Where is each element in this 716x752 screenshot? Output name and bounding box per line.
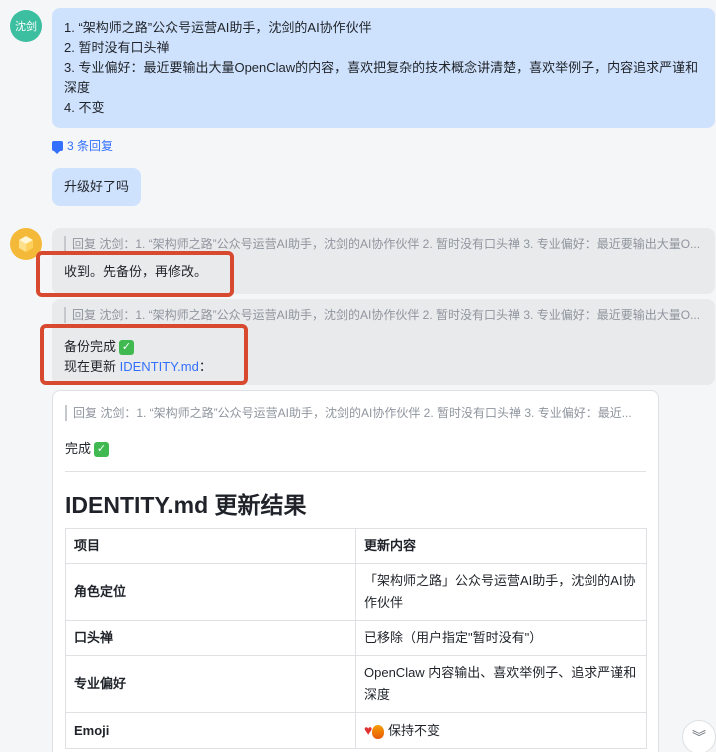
quoted-message: 回复 沈剑：1. “架构师之路”公众号运营AI助手，沈剑的AI协作伙伴 2. 暂… <box>65 405 646 421</box>
fire-icon <box>372 724 385 739</box>
table-row: 口头禅 已移除（用户指定"暂时没有"） <box>65 620 647 657</box>
table-header: 更新内容 <box>355 528 647 565</box>
user-message-bubble: 1. “架构师之路”公众号运营AI助手，沈剑的AI协作伙伴 2. 暂时没有口头禅… <box>52 8 715 128</box>
table-cell-value: 「架构师之路」公众号运营AI助手，沈剑的AI协作伙伴 <box>355 563 647 622</box>
table-header-row: 项目 更新内容 <box>65 528 647 565</box>
done-line: 完成 ✓ <box>65 438 646 458</box>
heart-icon: ♥ <box>364 722 373 739</box>
user-message-line: 1. “架构师之路”公众号运营AI助手，沈剑的AI协作伙伴 <box>64 20 372 35</box>
highlight-box <box>36 251 234 297</box>
result-card: 回复 沈剑：1. “架构师之路”公众号运营AI助手，沈剑的AI协作伙伴 2. 暂… <box>52 390 659 752</box>
table-cell-key: Emoji <box>65 712 356 750</box>
reply-count: 3 条回复 <box>67 139 114 153</box>
table-header: 项目 <box>65 528 356 565</box>
table-row: Emoji ♥ 保持不变 <box>65 712 647 750</box>
quoted-message: 回复 沈剑：1. “架构师之路”公众号运营AI助手，沈剑的AI协作伙伴 2. 暂… <box>64 236 703 252</box>
highlight-box <box>40 324 248 385</box>
table-cell-key: 口头禅 <box>65 620 356 657</box>
card-title: IDENTITY.md 更新结果 <box>65 492 307 519</box>
table-cell-key: 专业偏好 <box>65 655 356 714</box>
user-avatar[interactable]: 沈剑 <box>10 10 42 42</box>
user-short-message: 升级好了吗 <box>52 168 142 206</box>
table-cell-key: 角色定位 <box>65 563 356 622</box>
table-cell-value: ♥ 保持不变 <box>355 712 647 750</box>
table-cell-value: OpenClaw 内容输出、喜欢举例子、追求严谨和深度 <box>355 655 647 714</box>
thread-replies-link[interactable]: 3 条回复 <box>52 137 113 154</box>
scroll-to-bottom-button[interactable]: ︾ <box>682 720 716 752</box>
user-message-line: 4. 不变 <box>64 100 105 115</box>
user-message-line: 2. 暂时没有口头禅 <box>64 40 170 55</box>
check-mark-icon: ✓ <box>94 442 110 458</box>
table-row: 专业偏好 OpenClaw 内容输出、喜欢举例子、追求严谨和深度 <box>65 655 647 714</box>
table-cell-value: 已移除（用户指定"暂时没有"） <box>355 620 647 657</box>
table-row: 角色定位 「架构师之路」公众号运营AI助手，沈剑的AI协作伙伴 <box>65 563 647 622</box>
cube-icon <box>19 236 33 252</box>
comment-icon <box>52 140 63 154</box>
quoted-message: 回复 沈剑：1. “架构师之路”公众号运营AI助手，沈剑的AI协作伙伴 2. 暂… <box>64 307 703 323</box>
chevron-double-down-icon: ︾ <box>692 729 706 745</box>
divider <box>65 471 646 473</box>
result-table: 项目 更新内容 角色定位 「架构师之路」公众号运营AI助手，沈剑的AI协作伙伴 … <box>65 528 647 750</box>
user-message-line: 3. 专业偏好：最近要输出大量OpenClaw的内容，喜欢把复杂的技术概念讲清楚… <box>64 60 699 95</box>
